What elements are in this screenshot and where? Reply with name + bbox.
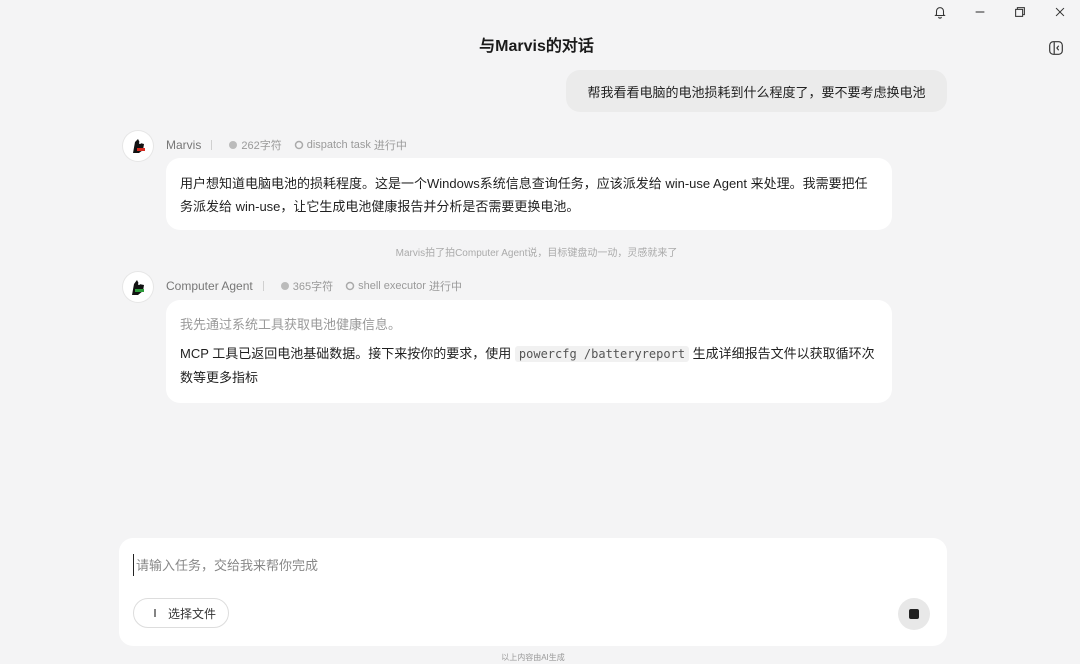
message-text: MCP 工具已返回电池基础数据。接下来按你的要求，使用 powercfg /ba…	[180, 342, 878, 389]
sidebar-toggle-icon[interactable]	[1046, 38, 1066, 58]
agent-name: Marvis	[166, 138, 202, 152]
inline-code: powercfg /batteryreport	[514, 346, 690, 362]
task-status: shell executor 进行中	[345, 278, 462, 294]
computer-agent-meta: Computer Agent 365字符 shell executor 进行中	[166, 278, 462, 294]
computer-agent-avatar	[123, 272, 153, 302]
divider	[211, 140, 213, 150]
plus-icon	[154, 609, 156, 617]
divider	[262, 281, 264, 291]
status-line: Marvis拍了拍Computer Agent说，目标键盘动一动，灵感就来了	[395, 248, 678, 259]
tag-icon	[280, 282, 289, 290]
char-count: 365字符	[280, 278, 333, 294]
computer-agent-logo-icon	[132, 280, 144, 295]
thinking-text: 我先通过系统工具获取电池健康信息。	[180, 317, 402, 332]
composer: 选择文件	[119, 538, 947, 646]
computer-agent-message-bubble: 我先通过系统工具获取电池健康信息。 MCP 工具已返回电池基础数据。接下来按你的…	[166, 300, 892, 403]
restore-icon[interactable]	[1000, 0, 1040, 24]
char-count-value: 262字符	[241, 140, 282, 152]
char-count: 262字符	[228, 137, 282, 153]
agent-name: Computer Agent	[166, 279, 253, 293]
task-label: shell executor	[358, 280, 426, 292]
window-controls	[920, 0, 1080, 24]
footer-note: 以上内容由AI生成	[501, 653, 565, 662]
marvis-meta: Marvis 262字符 dispatch task 进行中	[166, 137, 407, 153]
marvis-avatar	[123, 131, 153, 161]
task-icon	[294, 140, 303, 150]
task-label: dispatch task	[306, 139, 371, 151]
close-icon[interactable]	[1040, 0, 1080, 24]
bell-icon[interactable]	[920, 0, 960, 24]
page-title: 与Marvis的对话	[479, 38, 594, 55]
marvis-message-bubble: 用户想知道电脑电池的损耗程度。这是一个Windows系统信息查询任务，应该派发给…	[166, 158, 892, 230]
task-status: dispatch task 进行中	[294, 137, 407, 153]
minimize-icon[interactable]	[960, 0, 1000, 24]
user-message: 帮我看看电脑的电池损耗到什么程度了，要不要考虑换电池	[566, 70, 947, 112]
stop-icon	[909, 609, 919, 619]
task-status-text: 进行中	[373, 140, 407, 152]
stop-button[interactable]	[898, 598, 930, 630]
task-input[interactable]	[133, 554, 898, 576]
select-file-button[interactable]: 选择文件	[133, 598, 230, 628]
marvis-logo-icon	[133, 139, 145, 153]
task-icon	[345, 281, 355, 291]
task-status-text: 进行中	[428, 281, 462, 293]
message-text: 用户想知道电脑电池的损耗程度。这是一个Windows系统信息查询任务，应该派发给…	[180, 176, 868, 214]
char-count-value: 365字符	[292, 281, 334, 293]
tag-icon	[229, 141, 238, 149]
message-text-before: MCP 工具已返回电池基础数据。接下来按你的要求，使用	[180, 346, 515, 361]
select-file-label: 选择文件	[168, 606, 217, 621]
